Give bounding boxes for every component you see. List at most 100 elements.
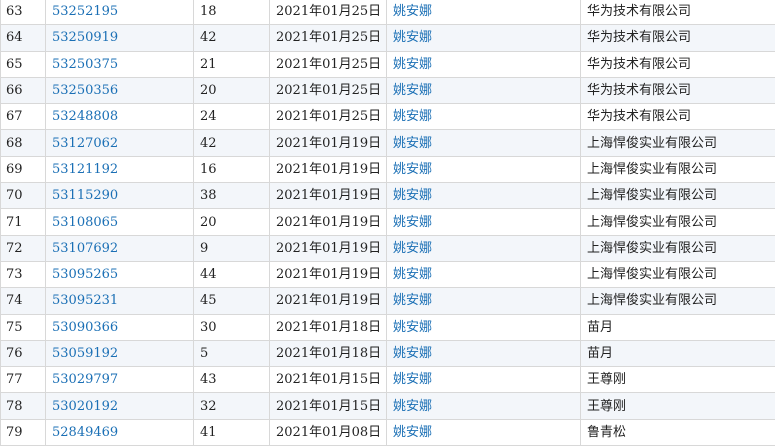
registration-number-link[interactable]: 53252195 bbox=[52, 4, 118, 19]
row-number: 65 bbox=[0, 50, 46, 78]
row-number: 72 bbox=[0, 234, 46, 262]
row-number: 73 bbox=[0, 260, 46, 289]
applicant-name: 鲁青松 bbox=[580, 418, 775, 447]
registration-number-link[interactable]: 53121192 bbox=[52, 162, 118, 177]
table-row: 78 53020192 32 2021年01月15日 姚安娜 王尊刚 bbox=[0, 392, 775, 420]
row-number: 70 bbox=[0, 182, 46, 210]
table-row: 75 53090366 30 2021年01月18日 姚安娜 苗月 bbox=[0, 313, 775, 341]
table-row: 77 53029797 43 2021年01月15日 姚安娜 王尊刚 bbox=[0, 366, 775, 394]
table-row: 76 53059192 5 2021年01月18日 姚安娜 苗月 bbox=[0, 339, 775, 368]
table-row: 63 53252195 18 2021年01月25日 姚安娜 华为技术有限公司 bbox=[0, 0, 775, 26]
row-number: 64 bbox=[0, 24, 46, 52]
trademark-name-link[interactable]: 姚安娜 bbox=[393, 162, 432, 177]
application-date: 2021年01月19日 bbox=[269, 234, 387, 262]
registration-number-link[interactable]: 53029797 bbox=[52, 372, 118, 387]
registration-number-link[interactable]: 53250356 bbox=[52, 83, 118, 98]
registration-number-link[interactable]: 53115290 bbox=[52, 188, 118, 203]
table-row: 74 53095231 45 2021年01月19日 姚安娜 上海悍俊实业有限公… bbox=[0, 287, 775, 315]
row-number: 75 bbox=[0, 313, 46, 341]
class-number: 38 bbox=[193, 182, 270, 210]
row-number: 77 bbox=[0, 366, 46, 394]
row-number: 63 bbox=[0, 0, 46, 26]
application-date: 2021年01月15日 bbox=[269, 392, 387, 420]
table-row: 72 53107692 9 2021年01月19日 姚安娜 上海悍俊实业有限公司 bbox=[0, 234, 775, 262]
table-row: 64 53250919 42 2021年01月25日 姚安娜 华为技术有限公司 bbox=[0, 24, 775, 52]
trademark-name-link[interactable]: 姚安娜 bbox=[393, 57, 432, 72]
registration-number-link[interactable]: 53127062 bbox=[52, 136, 118, 151]
registration-number-link[interactable]: 53248808 bbox=[52, 109, 118, 124]
trademark-name-link[interactable]: 姚安娜 bbox=[393, 30, 432, 45]
application-date: 2021年01月19日 bbox=[269, 287, 387, 315]
class-number: 42 bbox=[193, 24, 270, 52]
trademark-name-link[interactable]: 姚安娜 bbox=[393, 425, 432, 440]
application-date: 2021年01月15日 bbox=[269, 366, 387, 394]
trademark-name-link[interactable]: 姚安娜 bbox=[393, 267, 432, 282]
registration-number-link[interactable]: 53059192 bbox=[52, 346, 118, 361]
class-number: 45 bbox=[193, 287, 270, 315]
application-date: 2021年01月19日 bbox=[269, 182, 387, 210]
table-row: 65 53250375 21 2021年01月25日 姚安娜 华为技术有限公司 bbox=[0, 50, 775, 78]
trademark-name-link[interactable]: 姚安娜 bbox=[393, 109, 432, 124]
class-number: 20 bbox=[193, 208, 270, 236]
registration-number-link[interactable]: 53107692 bbox=[52, 241, 118, 256]
table-row: 79 52849469 41 2021年01月08日 姚安娜 鲁青松 bbox=[0, 418, 775, 447]
trademark-name-link[interactable]: 姚安娜 bbox=[393, 83, 432, 98]
application-date: 2021年01月25日 bbox=[269, 50, 387, 78]
applicant-name: 华为技术有限公司 bbox=[580, 0, 775, 26]
application-date: 2021年01月25日 bbox=[269, 76, 387, 105]
registration-number-link[interactable]: 53250919 bbox=[52, 30, 118, 45]
class-number: 20 bbox=[193, 76, 270, 105]
application-date: 2021年01月25日 bbox=[269, 0, 387, 26]
row-number: 66 bbox=[0, 76, 46, 105]
applicant-name: 王尊刚 bbox=[580, 392, 775, 420]
trademark-name-link[interactable]: 姚安娜 bbox=[393, 399, 432, 414]
applicant-name: 华为技术有限公司 bbox=[580, 50, 775, 78]
trademark-table-container: 63 53252195 18 2021年01月25日 姚安娜 华为技术有限公司 … bbox=[0, 0, 775, 448]
class-number: 21 bbox=[193, 50, 270, 78]
trademark-name-link[interactable]: 姚安娜 bbox=[393, 372, 432, 387]
table-row: 67 53248808 24 2021年01月25日 姚安娜 华为技术有限公司 bbox=[0, 103, 775, 131]
trademark-name-link[interactable]: 姚安娜 bbox=[393, 188, 432, 203]
applicant-name: 上海悍俊实业有限公司 bbox=[580, 208, 775, 236]
registration-number-link[interactable]: 53020192 bbox=[52, 399, 118, 414]
class-number: 30 bbox=[193, 313, 270, 341]
trademark-name-link[interactable]: 姚安娜 bbox=[393, 293, 432, 308]
row-number: 79 bbox=[0, 418, 46, 447]
trademark-name-link[interactable]: 姚安娜 bbox=[393, 4, 432, 19]
applicant-name: 上海悍俊实业有限公司 bbox=[580, 129, 775, 157]
trademark-name-link[interactable]: 姚安娜 bbox=[393, 215, 432, 230]
registration-number-link[interactable]: 53095265 bbox=[52, 267, 118, 282]
applicant-name: 华为技术有限公司 bbox=[580, 76, 775, 105]
table-row: 68 53127062 42 2021年01月19日 姚安娜 上海悍俊实业有限公… bbox=[0, 129, 775, 157]
application-date: 2021年01月25日 bbox=[269, 24, 387, 52]
trademark-name-link[interactable]: 姚安娜 bbox=[393, 320, 432, 335]
table-row: 66 53250356 20 2021年01月25日 姚安娜 华为技术有限公司 bbox=[0, 76, 775, 105]
registration-number-link[interactable]: 52849469 bbox=[52, 425, 118, 440]
application-date: 2021年01月19日 bbox=[269, 129, 387, 157]
applicant-name: 苗月 bbox=[580, 313, 775, 341]
applicant-name: 华为技术有限公司 bbox=[580, 24, 775, 52]
table-row: 73 53095265 44 2021年01月19日 姚安娜 上海悍俊实业有限公… bbox=[0, 260, 775, 289]
class-number: 24 bbox=[193, 103, 270, 131]
applicant-name: 上海悍俊实业有限公司 bbox=[580, 260, 775, 289]
trademark-name-link[interactable]: 姚安娜 bbox=[393, 136, 432, 151]
applicant-name: 华为技术有限公司 bbox=[580, 103, 775, 131]
registration-number-link[interactable]: 53090366 bbox=[52, 320, 118, 335]
application-date: 2021年01月18日 bbox=[269, 339, 387, 368]
application-date: 2021年01月08日 bbox=[269, 418, 387, 447]
row-number: 67 bbox=[0, 103, 46, 131]
trademark-name-link[interactable]: 姚安娜 bbox=[393, 241, 432, 256]
table-row: 71 53108065 20 2021年01月19日 姚安娜 上海悍俊实业有限公… bbox=[0, 208, 775, 236]
table-row: 70 53115290 38 2021年01月19日 姚安娜 上海悍俊实业有限公… bbox=[0, 182, 775, 210]
application-date: 2021年01月25日 bbox=[269, 103, 387, 131]
applicant-name: 上海悍俊实业有限公司 bbox=[580, 182, 775, 210]
application-date: 2021年01月18日 bbox=[269, 313, 387, 341]
registration-number-link[interactable]: 53250375 bbox=[52, 57, 118, 72]
registration-number-link[interactable]: 53095231 bbox=[52, 293, 118, 308]
trademark-name-link[interactable]: 姚安娜 bbox=[393, 346, 432, 361]
row-number: 74 bbox=[0, 287, 46, 315]
row-number: 71 bbox=[0, 208, 46, 236]
registration-number-link[interactable]: 53108065 bbox=[52, 215, 118, 230]
class-number: 42 bbox=[193, 129, 270, 157]
application-date: 2021年01月19日 bbox=[269, 260, 387, 289]
